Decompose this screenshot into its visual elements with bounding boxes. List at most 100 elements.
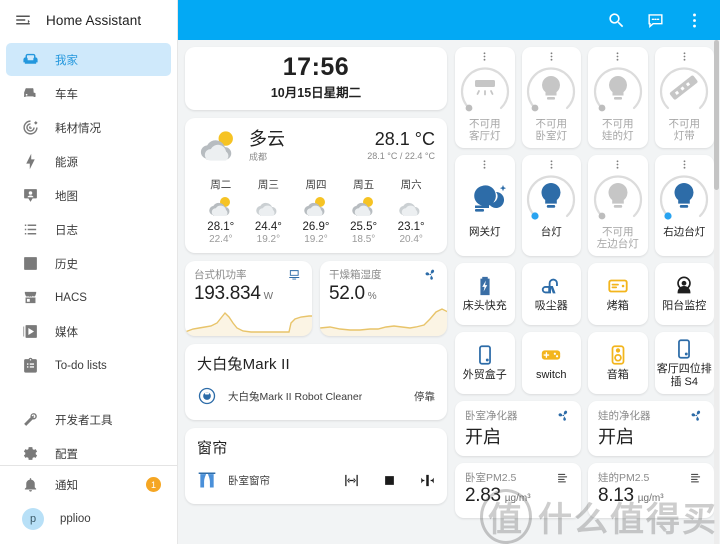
gamepad-icon <box>540 344 562 366</box>
gateway-icon-wrap[interactable] <box>458 170 512 224</box>
stop-cover-icon[interactable] <box>382 473 397 488</box>
pm25-tile-bedroom[interactable]: 卧室PM2.5 2.83 µg/m³ <box>455 463 581 518</box>
tile-header: 卧室净化器 <box>465 408 571 423</box>
notification-badge: 1 <box>146 477 161 492</box>
vertical-scrollbar[interactable] <box>714 40 719 544</box>
sidebar-item-hacs[interactable]: HACS <box>6 281 171 314</box>
cog-icon <box>22 445 39 461</box>
bell-icon <box>22 476 39 493</box>
pm25-unit: µg/m³ <box>637 493 664 504</box>
sidebar-item-user[interactable]: p pplioo <box>6 502 171 535</box>
brightness-ring[interactable] <box>591 62 645 116</box>
switch-tile-vacuum[interactable]: 吸尘器 <box>521 263 581 325</box>
entity-state[interactable]: 停靠 <box>414 389 435 404</box>
close-cover-icon[interactable] <box>420 473 435 488</box>
light-tile-bedroom[interactable]: 不可用 卧室灯 <box>521 47 582 148</box>
sidebar-item-map[interactable]: 地图 <box>6 179 171 212</box>
light-tile-right-lamp[interactable]: 右边台灯 <box>654 155 715 256</box>
sidebar-item-label: To-do lists <box>55 359 107 372</box>
hacs-store-icon <box>22 289 39 306</box>
switch-tile-bedside-charger[interactable]: 床头快充 <box>455 263 515 325</box>
switch-tile-balcony-camera[interactable]: 阳台监控 <box>654 263 714 325</box>
light-tile-strip[interactable]: 不可用 灯带 <box>654 47 715 148</box>
overflow-menu-icon[interactable] <box>455 159 515 170</box>
switch-tile-label: 阳台监控 <box>662 300 707 313</box>
search-icon[interactable] <box>607 11 626 30</box>
chart-box-icon <box>22 255 39 272</box>
overflow-menu-icon[interactable] <box>655 159 715 170</box>
sidebar-item-car[interactable]: 车车 <box>6 77 171 110</box>
purifier-name: 娃的净化器 <box>598 410 651 422</box>
overflow-menu-icon[interactable] <box>655 51 715 62</box>
brightness-ring[interactable] <box>524 170 578 224</box>
overflow-menu-icon[interactable] <box>455 51 515 62</box>
brightness-ring[interactable] <box>657 170 711 224</box>
overflow-menu-icon[interactable] <box>522 159 582 170</box>
overflow-menu-icon[interactable] <box>522 51 582 62</box>
scrollbar-thumb[interactable] <box>714 40 719 190</box>
brightness-ring[interactable] <box>458 62 512 116</box>
card-title: 窗帘 <box>197 440 228 458</box>
sidebar-item-developer-tools[interactable]: 开发者工具 <box>6 403 171 436</box>
weather-forecast: 周二 28.1° 22.4° 周三 24.4° 19.2° 周四 26.9° 1… <box>197 177 435 245</box>
pm25-tile-kids[interactable]: 娃的PM2.5 8.13 µg/m³ <box>588 463 714 518</box>
overflow-menu-icon[interactable] <box>588 159 648 170</box>
entity-row-curtain[interactable]: 卧室窗帘 <box>197 466 435 494</box>
vacuum-icon <box>540 275 562 297</box>
sidebar-item-notifications[interactable]: 通知 1 <box>6 468 171 501</box>
bulb-icon <box>541 183 561 208</box>
sensor-value-row: 193.834 W <box>185 283 312 305</box>
switch-tile-powerstrip-s4[interactable]: 客厅四位排插 S4 <box>654 332 714 394</box>
purifier-tile-kids[interactable]: 娃的净化器 开启 <box>588 401 714 456</box>
sidebar-item-media[interactable]: 媒体 <box>6 315 171 348</box>
menu-open-icon[interactable] <box>14 11 32 29</box>
speaker-icon <box>607 344 629 366</box>
assist-chat-icon[interactable] <box>646 11 665 30</box>
avatar: p <box>22 507 44 530</box>
ceiling-light-icon <box>474 80 495 96</box>
open-cover-icon[interactable] <box>344 473 359 488</box>
pm25-value: 8.13 <box>598 485 634 506</box>
switch-tile-switch[interactable]: switch <box>521 332 581 394</box>
weather-night-icon <box>473 185 506 212</box>
weather-location: 成都 <box>249 152 268 163</box>
fan-icon <box>556 408 571 423</box>
brightness-ring[interactable] <box>524 62 578 116</box>
curtain-icon[interactable] <box>197 470 217 490</box>
sidebar-item-logbook[interactable]: 日志 <box>6 213 171 246</box>
entity-name: 卧室窗帘 <box>228 474 270 487</box>
sidebar-item-history[interactable]: 历史 <box>6 247 171 280</box>
switch-tile-speaker[interactable]: 音箱 <box>588 332 648 394</box>
sidebar-item-energy[interactable]: 能源 <box>6 145 171 178</box>
entity-row-vacuum[interactable]: 大白兔Mark II Robot Cleaner 停靠 <box>197 382 435 410</box>
sidebar-item-todo[interactable]: To-do lists <box>6 349 171 382</box>
light-tile-left-lamp[interactable]: 不可用 左边台灯 <box>588 155 648 256</box>
light-tile-desk-lamp[interactable]: 台灯 <box>521 155 582 256</box>
weather-card[interactable]: 多云 成都 28.1 °C 28.1 °C / 22.4 °C 周二 28.1°… <box>185 118 447 254</box>
partly-cloudy-icon <box>197 128 243 168</box>
brightness-ring[interactable] <box>657 62 711 116</box>
switch-tile-trade-box[interactable]: 外贸盒子 <box>455 332 515 394</box>
robot-vacuum-icon[interactable] <box>197 386 217 406</box>
overflow-menu-icon[interactable] <box>685 11 704 30</box>
forecast-day: 周四 26.9° 19.2° <box>292 177 340 245</box>
forecast-low: 22.4° <box>209 234 233 246</box>
sensor-name: 干燥箱湿度 <box>329 269 382 282</box>
sensor-card-humidity[interactable]: 干燥箱湿度 52.0 % <box>320 261 447 337</box>
sidebar-divider <box>0 465 177 466</box>
overflow-menu-icon[interactable] <box>588 51 648 62</box>
sidebar-item-consumables[interactable]: 耗材情况 <box>6 111 171 144</box>
light-tile-kids[interactable]: 不可用 娃的灯 <box>588 47 648 148</box>
car-cog-icon <box>22 85 39 102</box>
purifier-tile-bedroom[interactable]: 卧室净化器 开启 <box>455 401 581 456</box>
light-tile-gateway[interactable]: 网关灯 <box>455 155 515 256</box>
partly-cloudy-icon <box>206 194 236 220</box>
sidebar-item-settings[interactable]: 配置 <box>6 437 171 461</box>
brightness-ring[interactable] <box>591 170 645 224</box>
switch-tile-oven[interactable]: 烤箱 <box>588 263 648 325</box>
sidebar-item-label: 耗材情况 <box>55 122 101 135</box>
sidebar-item-home[interactable]: 我家 <box>6 43 171 76</box>
light-tile-row-1: 不可用 客厅灯 不可用 卧室灯 不可用 娃的灯 不可用 灯带 <box>455 47 714 148</box>
sensor-card-power[interactable]: 台式机功率 193.834 W <box>185 261 312 337</box>
light-tile-living-room[interactable]: 不可用 客厅灯 <box>455 47 515 148</box>
